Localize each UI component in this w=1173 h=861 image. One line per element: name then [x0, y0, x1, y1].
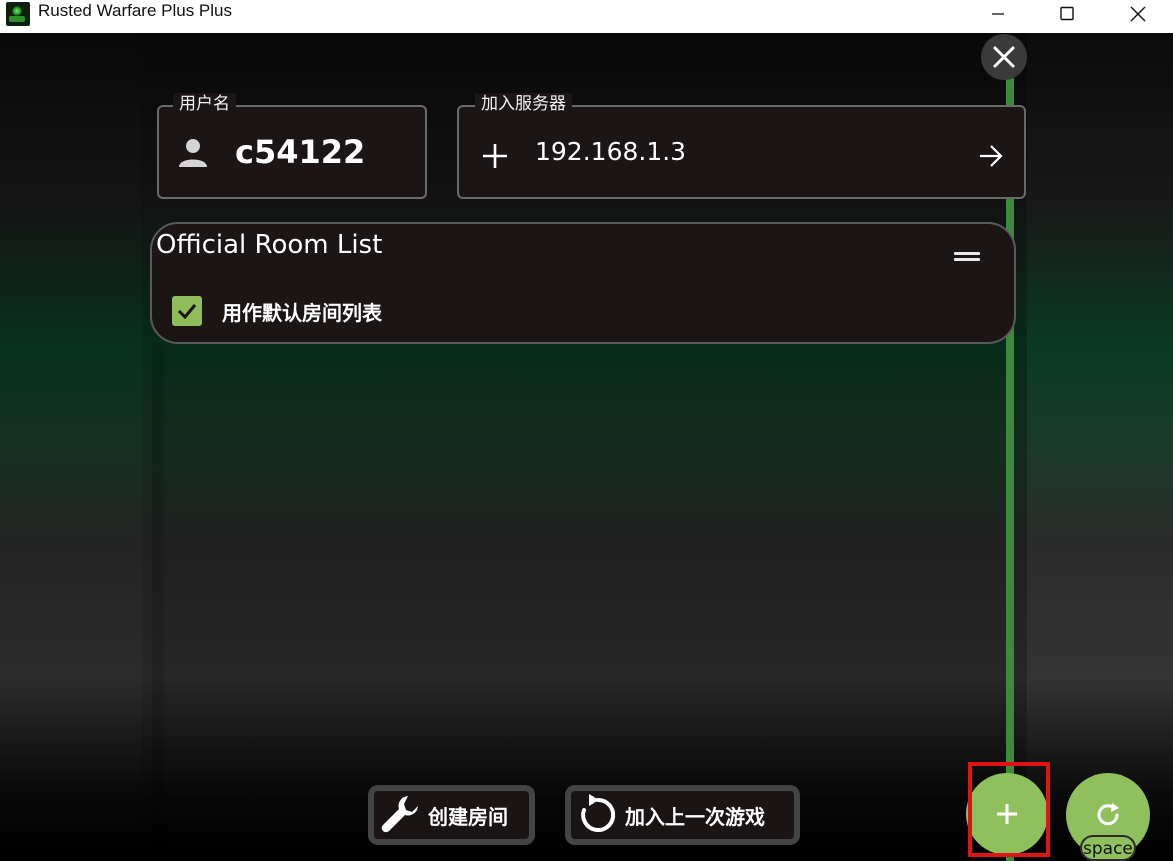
space-shortcut-label: space	[1083, 839, 1133, 859]
default-list-label: 用作默认房间列表	[222, 301, 382, 325]
title-bar: Rusted Warfare Plus Plus	[0, 0, 1173, 33]
join-server-field[interactable]: 加入服务器 192.168.1.3	[457, 93, 1026, 199]
wrench-icon	[381, 796, 418, 833]
game-area: 用户名 c54122 加入服务器 192.168.1.3 Official Ro…	[0, 33, 1173, 861]
user-icon	[179, 139, 207, 167]
default-list-checkbox[interactable]	[172, 296, 202, 326]
panel-close-button[interactable]	[981, 34, 1027, 80]
username-field[interactable]: 用户名 c54122	[157, 93, 427, 199]
list-scroll-area	[152, 343, 164, 861]
plus-icon	[483, 144, 507, 168]
window-close-button[interactable]	[1103, 0, 1173, 28]
join-server-legend: 加入服务器	[475, 93, 572, 115]
room-list-card: Official Room List 用作默认房间列表	[150, 222, 1016, 344]
check-icon	[177, 304, 197, 320]
username-input[interactable]: c54122	[235, 133, 365, 171]
minimize-icon	[992, 13, 1004, 15]
rejoin-last-game-label: 加入上一次游戏	[625, 804, 765, 829]
room-list-title: Official Room List	[156, 230, 383, 260]
drag-handle-icon[interactable]	[954, 250, 980, 262]
rotate-left-icon	[581, 794, 616, 832]
highlight-box	[968, 762, 1050, 857]
maximize-button[interactable]	[1032, 0, 1102, 28]
username-legend: 用户名	[173, 93, 236, 115]
app-icon	[6, 2, 30, 26]
create-room-label: 创建房间	[428, 804, 508, 829]
left-backdrop	[0, 33, 142, 861]
arrow-right-icon[interactable]	[977, 142, 1005, 170]
close-icon	[1130, 6, 1146, 22]
refresh-icon	[1097, 803, 1119, 826]
window-title: Rusted Warfare Plus Plus	[38, 1, 232, 20]
server-address-input[interactable]: 192.168.1.3	[535, 137, 955, 166]
rejoin-last-game-button[interactable]: 加入上一次游戏	[565, 785, 800, 845]
maximize-icon	[1060, 6, 1074, 21]
minimize-button[interactable]	[963, 0, 1033, 28]
close-icon	[993, 46, 1015, 68]
create-room-button[interactable]: 创建房间	[368, 785, 535, 845]
